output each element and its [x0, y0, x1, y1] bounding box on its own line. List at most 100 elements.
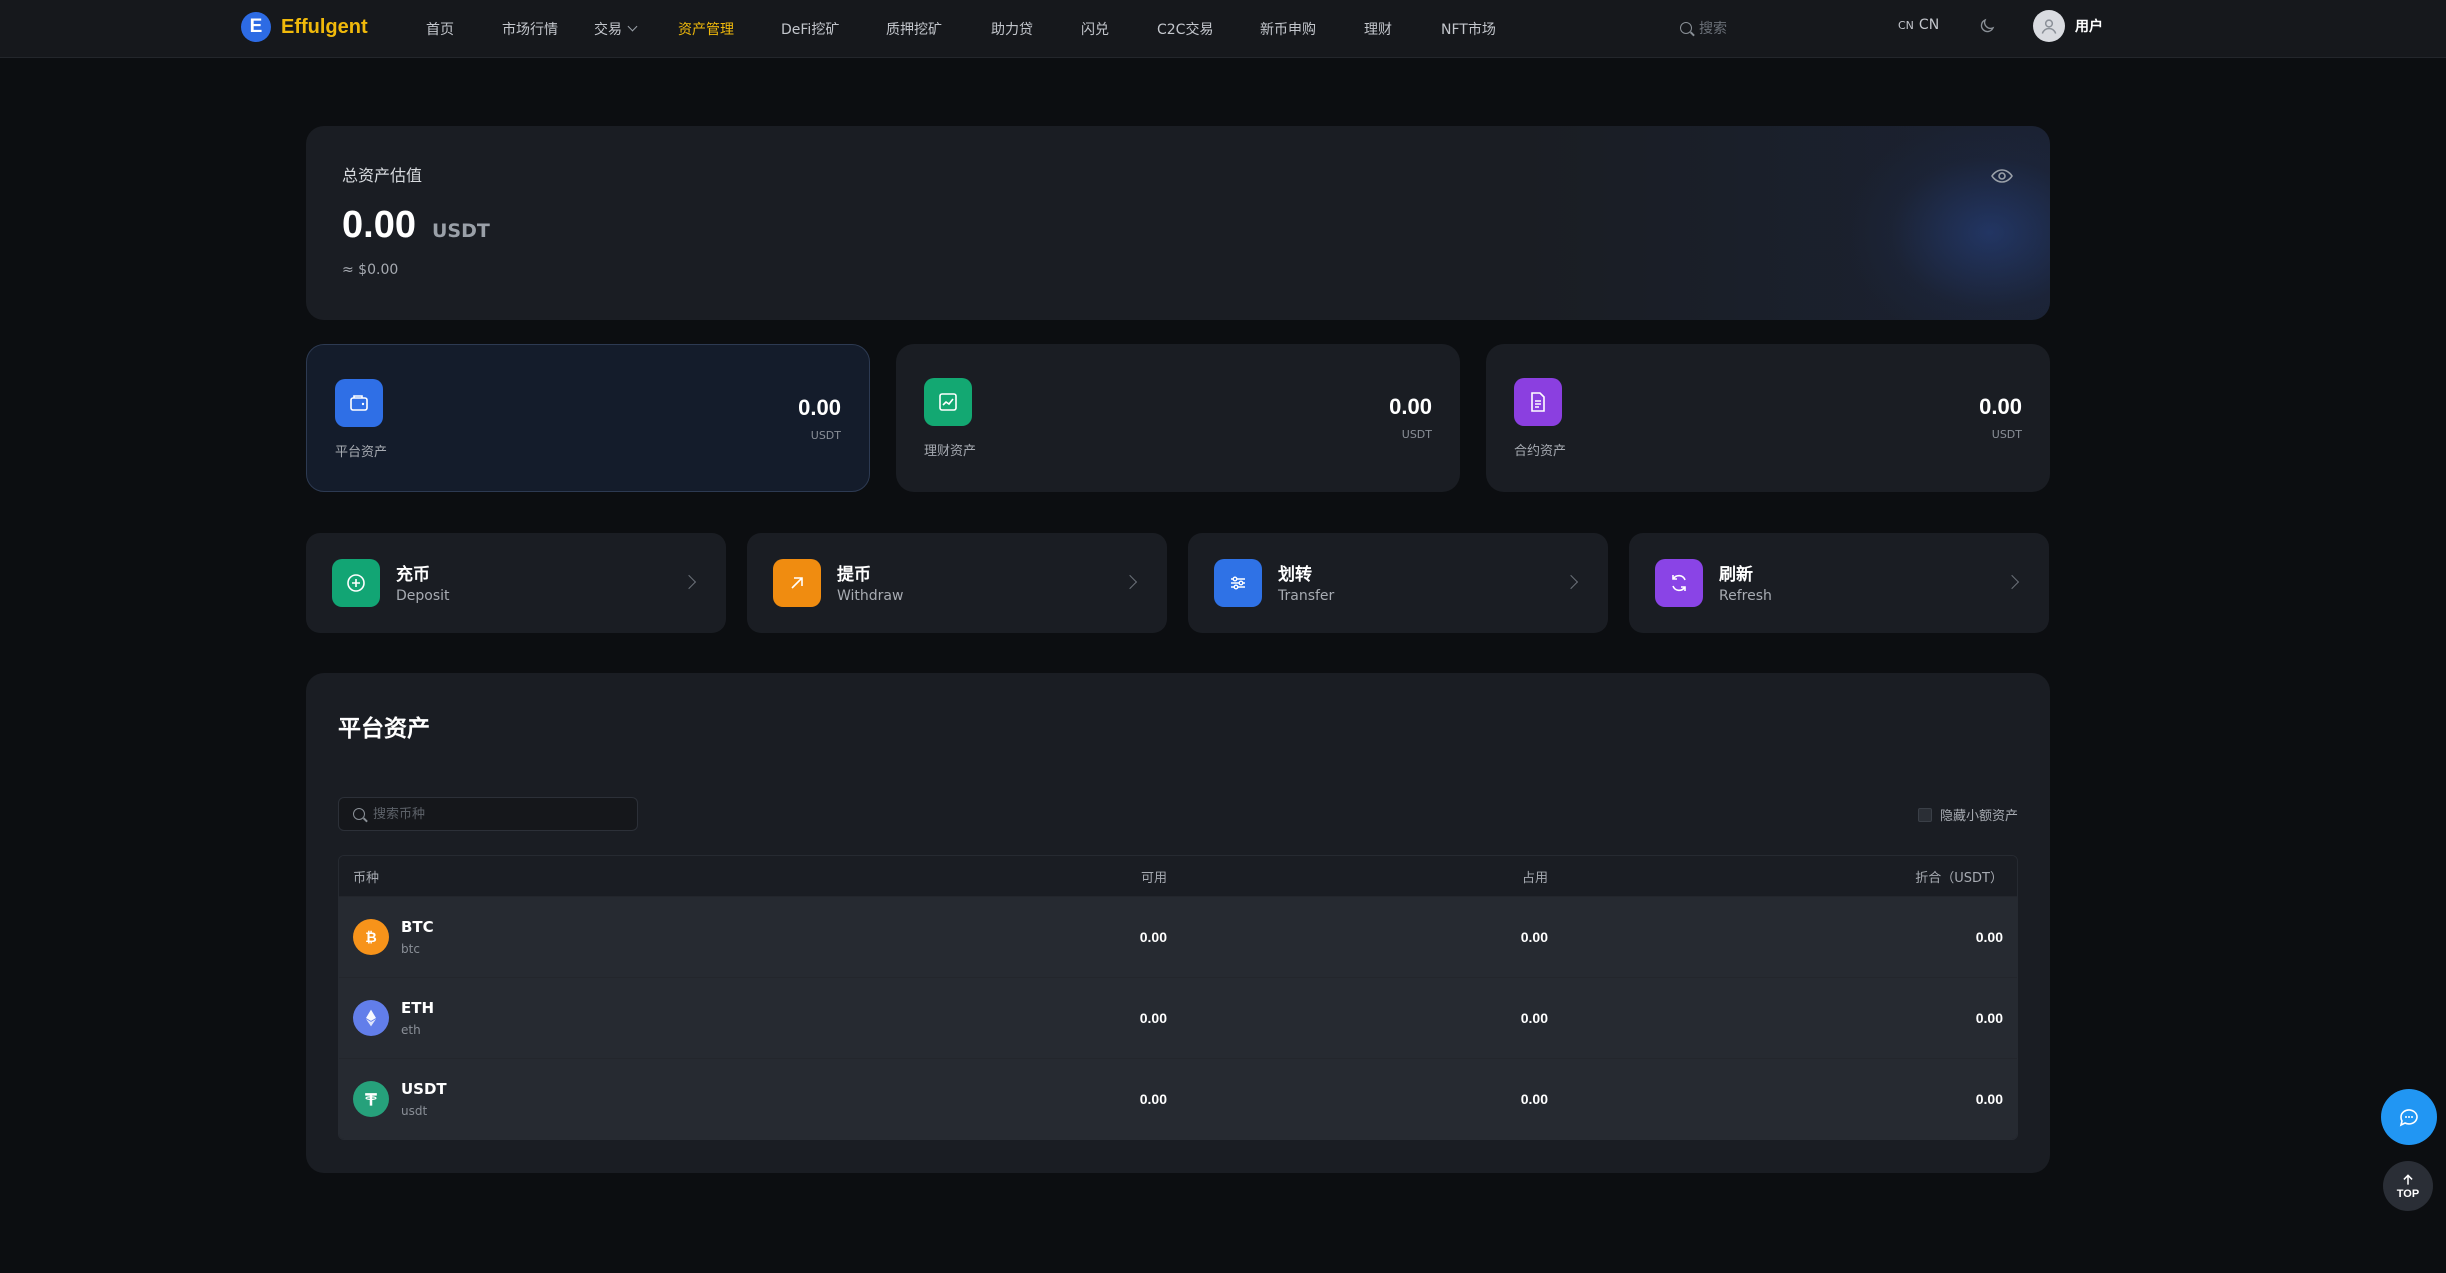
assets-table: 币种 可用 占用 折合（USDT） ₿ BTC btc 0.00 0.00 0.… — [338, 855, 2018, 1140]
coin-name: BTC — [401, 918, 434, 936]
total-assets-card: 总资产估值 0.00 USDT ≈ $0.00 — [306, 126, 2050, 320]
occupied-value: 0.00 — [1520, 1010, 1548, 1026]
asset-value: 0.00 — [1389, 394, 1432, 419]
action-title: 刷新 — [1719, 565, 1753, 585]
moon-icon[interactable] — [1978, 17, 1996, 35]
available-value: 0.00 — [1139, 1091, 1167, 1107]
nav-item-ipo[interactable]: 新币申购 — [1260, 19, 1316, 39]
coin-search-input[interactable] — [373, 806, 623, 822]
coin-symbol: btc — [401, 942, 420, 956]
platform-assets-panel: 平台资产 隐藏小额资产 币种 可用 占用 折合（USDT） ₿ BTC btc — [306, 673, 2050, 1173]
bitcoin-icon: ₿ — [353, 919, 389, 955]
transfer-button[interactable]: 划转 Transfer — [1188, 533, 1608, 633]
user-label: 用户 — [2075, 19, 2103, 35]
converted-value: 0.00 — [1975, 1091, 2003, 1107]
nav-item-staking[interactable]: 质押挖矿 — [886, 19, 942, 39]
col-header-converted: 折合（USDT） — [1915, 870, 2003, 886]
total-value-number: 0.00 — [342, 204, 416, 246]
converted-value: 0.00 — [1975, 1010, 2003, 1026]
top-navbar: E Effulgent 首页 市场行情 交易 资产管理 DeFi挖矿 质押挖矿 … — [0, 0, 2446, 58]
col-header-occupied: 占用 — [1521, 870, 1548, 886]
occupied-value: 0.00 — [1520, 929, 1548, 945]
asset-unit: USDT — [1401, 428, 1432, 441]
action-title: 提币 — [837, 565, 871, 585]
ethereum-icon — [353, 1000, 389, 1036]
hide-small-checkbox[interactable] — [1917, 807, 1932, 822]
converted-value: 0.00 — [1975, 929, 2003, 945]
nav-item-c2c[interactable]: C2C交易 — [1157, 19, 1213, 39]
asset-card-contract[interactable]: 合约资产 0.00 USDT — [1486, 344, 2050, 492]
asset-value: 0.00 — [1979, 394, 2022, 419]
hide-small-label: 隐藏小额资产 — [1939, 809, 2018, 824]
back-to-top-button[interactable]: TOP — [2383, 1161, 2433, 1211]
chevron-right-icon — [681, 574, 697, 590]
asset-unit: USDT — [1991, 428, 2022, 441]
asset-value: 0.00 — [798, 395, 841, 420]
action-subtitle: Transfer — [1278, 588, 1335, 604]
asset-card-finance[interactable]: 理财资产 0.00 USDT — [896, 344, 1460, 492]
nav-item-trade-label: 交易 — [594, 22, 622, 38]
coin-name: USDT — [401, 1080, 447, 1098]
total-assets-value: 0.00 USDT — [342, 204, 490, 247]
asset-unit: USDT — [810, 429, 841, 442]
nav-item-market[interactable]: 市场行情 — [502, 19, 558, 39]
asset-card-platform[interactable]: 平台资产 0.00 USDT — [306, 344, 870, 492]
chevron-right-icon — [2004, 574, 2020, 590]
action-subtitle: Deposit — [396, 588, 450, 604]
action-title: 充币 — [396, 565, 430, 585]
available-value: 0.00 — [1139, 1010, 1167, 1026]
asset-label: 平台资产 — [335, 445, 388, 460]
top-label: TOP — [2396, 1187, 2420, 1200]
document-icon — [1514, 378, 1562, 426]
search-icon — [1680, 22, 1692, 34]
deposit-button[interactable]: 充币 Deposit — [306, 533, 726, 633]
col-header-coin: 币种 — [353, 870, 380, 886]
table-row[interactable]: USDT usdt 0.00 0.00 0.00 — [339, 1058, 2017, 1139]
chat-icon — [2399, 1109, 2418, 1127]
hide-small-assets-toggle[interactable]: 隐藏小额资产 — [1917, 805, 2018, 824]
lang-flag-label: CN — [1898, 19, 1914, 32]
asset-label: 理财资产 — [924, 444, 977, 459]
logo-badge-icon: E — [241, 12, 271, 42]
nav-search-placeholder: 搜索 — [1699, 21, 1727, 37]
coin-name: ETH — [401, 999, 435, 1017]
refresh-button[interactable]: 刷新 Refresh — [1629, 533, 2049, 633]
chevron-right-icon — [1563, 574, 1579, 590]
total-value-unit: USDT — [431, 220, 490, 242]
logo-text: Effulgent — [281, 15, 368, 38]
plus-circle-icon — [332, 559, 380, 607]
table-row[interactable]: ETH eth 0.00 0.00 0.00 — [339, 977, 2017, 1058]
table-row[interactable]: ₿ BTC btc 0.00 0.00 0.00 — [339, 896, 2017, 977]
chat-button[interactable] — [2381, 1089, 2437, 1145]
panel-title: 平台资产 — [338, 716, 430, 742]
eye-icon[interactable] — [1990, 164, 2014, 188]
lang-label: CN — [1918, 17, 1940, 33]
nav-item-finance[interactable]: 理财 — [1364, 19, 1392, 39]
sliders-icon — [1214, 559, 1262, 607]
nav-item-nft[interactable]: NFT市场 — [1441, 19, 1496, 39]
wallet-icon — [335, 379, 383, 427]
available-value: 0.00 — [1139, 929, 1167, 945]
withdraw-button[interactable]: 提币 Withdraw — [747, 533, 1167, 633]
user-menu[interactable]: 用户 — [2033, 10, 2103, 42]
nav-item-swap[interactable]: 闪兑 — [1081, 19, 1109, 39]
logo[interactable]: E Effulgent — [241, 12, 368, 42]
nav-item-defi[interactable]: DeFi挖矿 — [781, 19, 839, 39]
nav-search[interactable]: 搜索 — [1680, 18, 1727, 38]
svg-text:₿: ₿ — [365, 930, 377, 946]
nav-item-loan[interactable]: 助力贷 — [991, 19, 1033, 39]
coin-symbol: usdt — [401, 1104, 428, 1118]
user-avatar-icon — [2033, 10, 2065, 42]
col-header-available: 可用 — [1140, 870, 1167, 886]
nav-item-assets[interactable]: 资产管理 — [678, 19, 734, 39]
action-subtitle: Refresh — [1719, 588, 1772, 604]
coin-search-box — [338, 797, 638, 831]
coin-symbol: eth — [401, 1023, 421, 1037]
arrow-up-icon — [2403, 1173, 2413, 1185]
nav-item-home[interactable]: 首页 — [426, 19, 454, 39]
language-switch[interactable]: CN CN — [1898, 17, 1939, 33]
chevron-right-icon — [1122, 574, 1138, 590]
nav-item-trade[interactable]: 交易 — [594, 19, 638, 39]
asset-label: 合约资产 — [1514, 444, 1567, 459]
refresh-icon — [1655, 559, 1703, 607]
